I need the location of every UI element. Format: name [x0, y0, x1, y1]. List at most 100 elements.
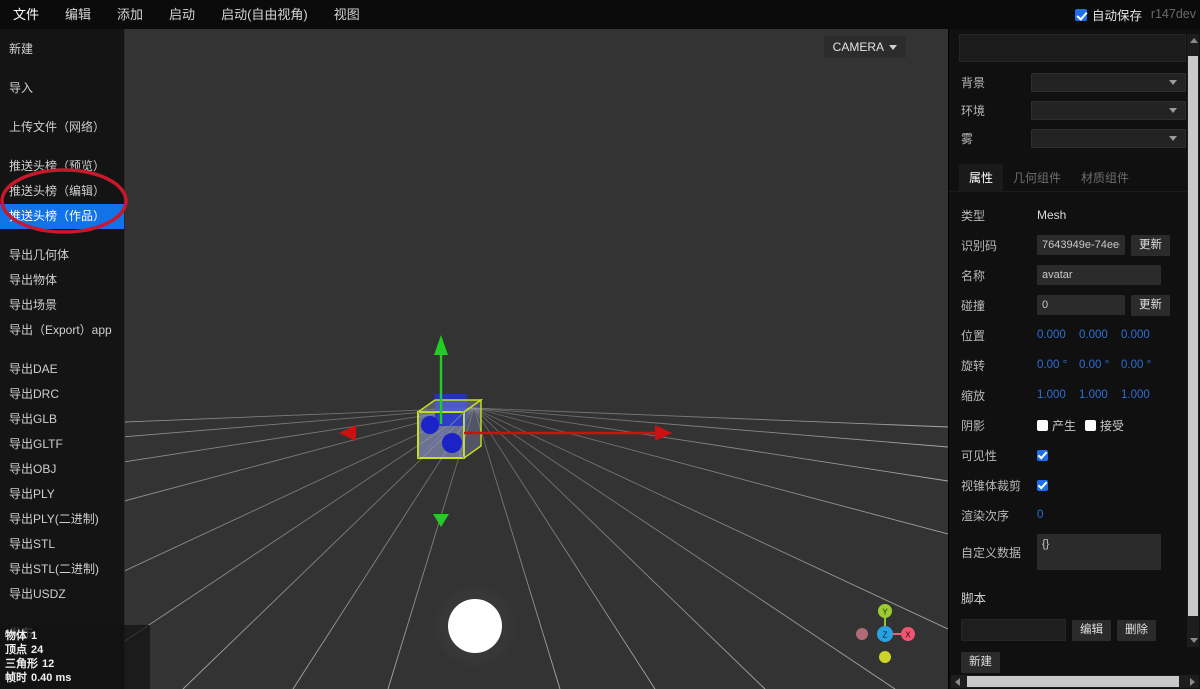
- object-properties: 类型 Mesh 识别码 更新 名称 碰撞 更新 位置 0.000 0.000: [949, 192, 1200, 574]
- viewport-3d[interactable]: CAMERA Y X Z: [0, 29, 948, 689]
- background-label: 背景: [961, 75, 986, 90]
- chevron-down-icon: [889, 44, 897, 50]
- menu-item-export-ply[interactable]: 导出PLY: [0, 482, 124, 507]
- menu-view[interactable]: 视图: [321, 0, 373, 29]
- rotation-z[interactable]: 0.00 °: [1121, 359, 1163, 371]
- sidebar-tabs: 属性 几何组件 材质组件: [949, 162, 1200, 192]
- sidebar-horizontal-scroll-thumb[interactable]: [967, 676, 1179, 687]
- script-delete-button[interactable]: 删除: [1117, 619, 1156, 641]
- menu-edit[interactable]: 编辑: [52, 0, 104, 29]
- rotation-x[interactable]: 0.00 °: [1037, 359, 1079, 371]
- menu-item-export-stl[interactable]: 导出STL: [0, 532, 124, 557]
- menu-item-push-work[interactable]: 推送头榜（作品）: [0, 204, 124, 229]
- autosave-checkbox[interactable]: [1074, 8, 1087, 21]
- stat-triangles-value: 12: [42, 658, 55, 670]
- position-y[interactable]: 0.000: [1079, 329, 1121, 341]
- scene-row-environment: 环境: [949, 96, 1186, 124]
- rotation-label: 旋转: [961, 358, 986, 373]
- menu-item-export-glb[interactable]: 导出GLB: [0, 407, 124, 432]
- stat-objects: 物体 1: [5, 629, 150, 643]
- menu-item-export-app[interactable]: 导出（Export）app: [0, 318, 124, 343]
- menu-item-export-geometry[interactable]: 导出几何体: [0, 243, 124, 268]
- shadow-receive-checkbox[interactable]: [1085, 419, 1097, 431]
- menu-item-upload[interactable]: 上传文件（网络）: [0, 115, 124, 140]
- scroll-up-icon[interactable]: [1190, 38, 1198, 43]
- camera-selector[interactable]: CAMERA: [823, 36, 906, 58]
- scene-outliner[interactable]: [959, 34, 1186, 62]
- menu-item-export-object[interactable]: 导出物体: [0, 268, 124, 293]
- sidebar-horizontal-scrollbar[interactable]: [951, 675, 1199, 688]
- prop-row-shadow: 阴影 产生 接受: [949, 410, 1200, 440]
- axis-y-label: Y: [882, 608, 888, 617]
- stat-objects-value: 1: [31, 630, 38, 642]
- menu-item-export-dae[interactable]: 导出DAE: [0, 357, 124, 382]
- name-input[interactable]: [1037, 265, 1161, 285]
- stat-frametime-value: 0.40 ms: [31, 672, 72, 684]
- stat-triangles: 三角形 12: [5, 657, 150, 671]
- prop-row-collision: 碰撞 更新: [949, 290, 1200, 320]
- uuid-label: 识别码: [961, 238, 998, 253]
- menu-add[interactable]: 添加: [104, 0, 156, 29]
- stat-triangles-label: 三角形: [5, 658, 38, 670]
- collision-input[interactable]: [1037, 295, 1125, 315]
- menu-item-push-edit[interactable]: 推送头榜（编辑）: [0, 179, 124, 204]
- tab-object-properties[interactable]: 属性: [959, 164, 1004, 191]
- menu-item-export-gltf[interactable]: 导出GLTF: [0, 432, 124, 457]
- script-name-input[interactable]: [961, 619, 1066, 641]
- axis-z-label: Z: [883, 631, 888, 640]
- tab-geometry[interactable]: 几何组件: [1003, 164, 1071, 191]
- scroll-down-icon[interactable]: [1190, 638, 1198, 643]
- scale-label: 缩放: [961, 388, 986, 403]
- scale-z[interactable]: 1.000: [1121, 389, 1163, 401]
- frustum-cull-checkbox[interactable]: [1037, 479, 1048, 491]
- virtual-joystick[interactable]: [448, 599, 502, 653]
- sidebar-panel: 背景 环境 雾 属性 几何组件 材质组件 类型 Mesh 识别码 7643949…: [948, 29, 1200, 689]
- menu-item-export-scene[interactable]: 导出场景: [0, 293, 124, 318]
- visible-checkbox[interactable]: [1037, 449, 1048, 461]
- environment-dropdown[interactable]: [1031, 100, 1186, 120]
- tab-material[interactable]: 材质组件: [1071, 164, 1139, 191]
- script-new-button[interactable]: 新建: [961, 652, 1000, 673]
- scale-y[interactable]: 1.000: [1079, 389, 1121, 401]
- menu-item-export-obj[interactable]: 导出OBJ: [0, 457, 124, 482]
- shadow-cast-label: 产生: [1052, 418, 1077, 433]
- menu-item-export-stl-binary[interactable]: 导出STL(二进制): [0, 557, 124, 582]
- menu-play[interactable]: 启动: [156, 0, 208, 29]
- fog-label: 雾: [961, 131, 974, 146]
- menu-item-export-ply-binary[interactable]: 导出PLY(二进制): [0, 507, 124, 532]
- menu-play-free[interactable]: 启动(自由视角): [208, 0, 321, 29]
- fog-dropdown[interactable]: [1031, 128, 1186, 148]
- scroll-left-icon[interactable]: [955, 678, 960, 686]
- menu-item-import[interactable]: 导入: [0, 76, 124, 101]
- prop-row-userdata: 自定义数据 {}: [949, 530, 1200, 574]
- menu-item-new[interactable]: 新建: [0, 37, 124, 62]
- stat-vertices-value: 24: [31, 644, 44, 656]
- render-order-value[interactable]: 0: [1037, 509, 1079, 521]
- position-x[interactable]: 0.000: [1037, 329, 1079, 341]
- prop-row-name: 名称: [949, 260, 1200, 290]
- axis-helper[interactable]: Y X Z: [850, 599, 920, 669]
- prop-row-position: 位置 0.000 0.000 0.000: [949, 320, 1200, 350]
- name-label: 名称: [961, 268, 986, 283]
- scroll-right-icon[interactable]: [1190, 678, 1195, 686]
- menu-item-push-preview[interactable]: 推送头榜（预览）: [0, 154, 124, 179]
- prop-row-frustum: 视锥体裁剪: [949, 470, 1200, 500]
- userdata-textarea[interactable]: {}: [1037, 534, 1161, 570]
- autosave-control[interactable]: 自动保存: [1074, 0, 1142, 29]
- uuid-input[interactable]: [1037, 235, 1125, 255]
- script-edit-button[interactable]: 编辑: [1072, 619, 1111, 641]
- scale-x[interactable]: 1.000: [1037, 389, 1079, 401]
- shadow-cast-checkbox[interactable]: [1037, 419, 1048, 431]
- menu-item-export-drc[interactable]: 导出DRC: [0, 382, 124, 407]
- menu-item-export-usdz[interactable]: 导出USDZ: [0, 582, 124, 607]
- menu-bar: 文件 编辑 添加 启动 启动(自由视角) 视图 自动保存 r147dev: [0, 0, 1200, 29]
- collision-label: 碰撞: [961, 298, 986, 313]
- position-z[interactable]: 0.000: [1121, 329, 1163, 341]
- collision-refresh-button[interactable]: 更新: [1131, 294, 1170, 316]
- menu-file[interactable]: 文件: [0, 0, 52, 29]
- rotation-y[interactable]: 0.00 °: [1079, 359, 1121, 371]
- uuid-refresh-button[interactable]: 更新: [1131, 234, 1170, 256]
- sidebar-vertical-scrollbar[interactable]: [1187, 34, 1199, 647]
- sidebar-vertical-scroll-thumb[interactable]: [1188, 56, 1198, 616]
- background-dropdown[interactable]: [1031, 72, 1186, 92]
